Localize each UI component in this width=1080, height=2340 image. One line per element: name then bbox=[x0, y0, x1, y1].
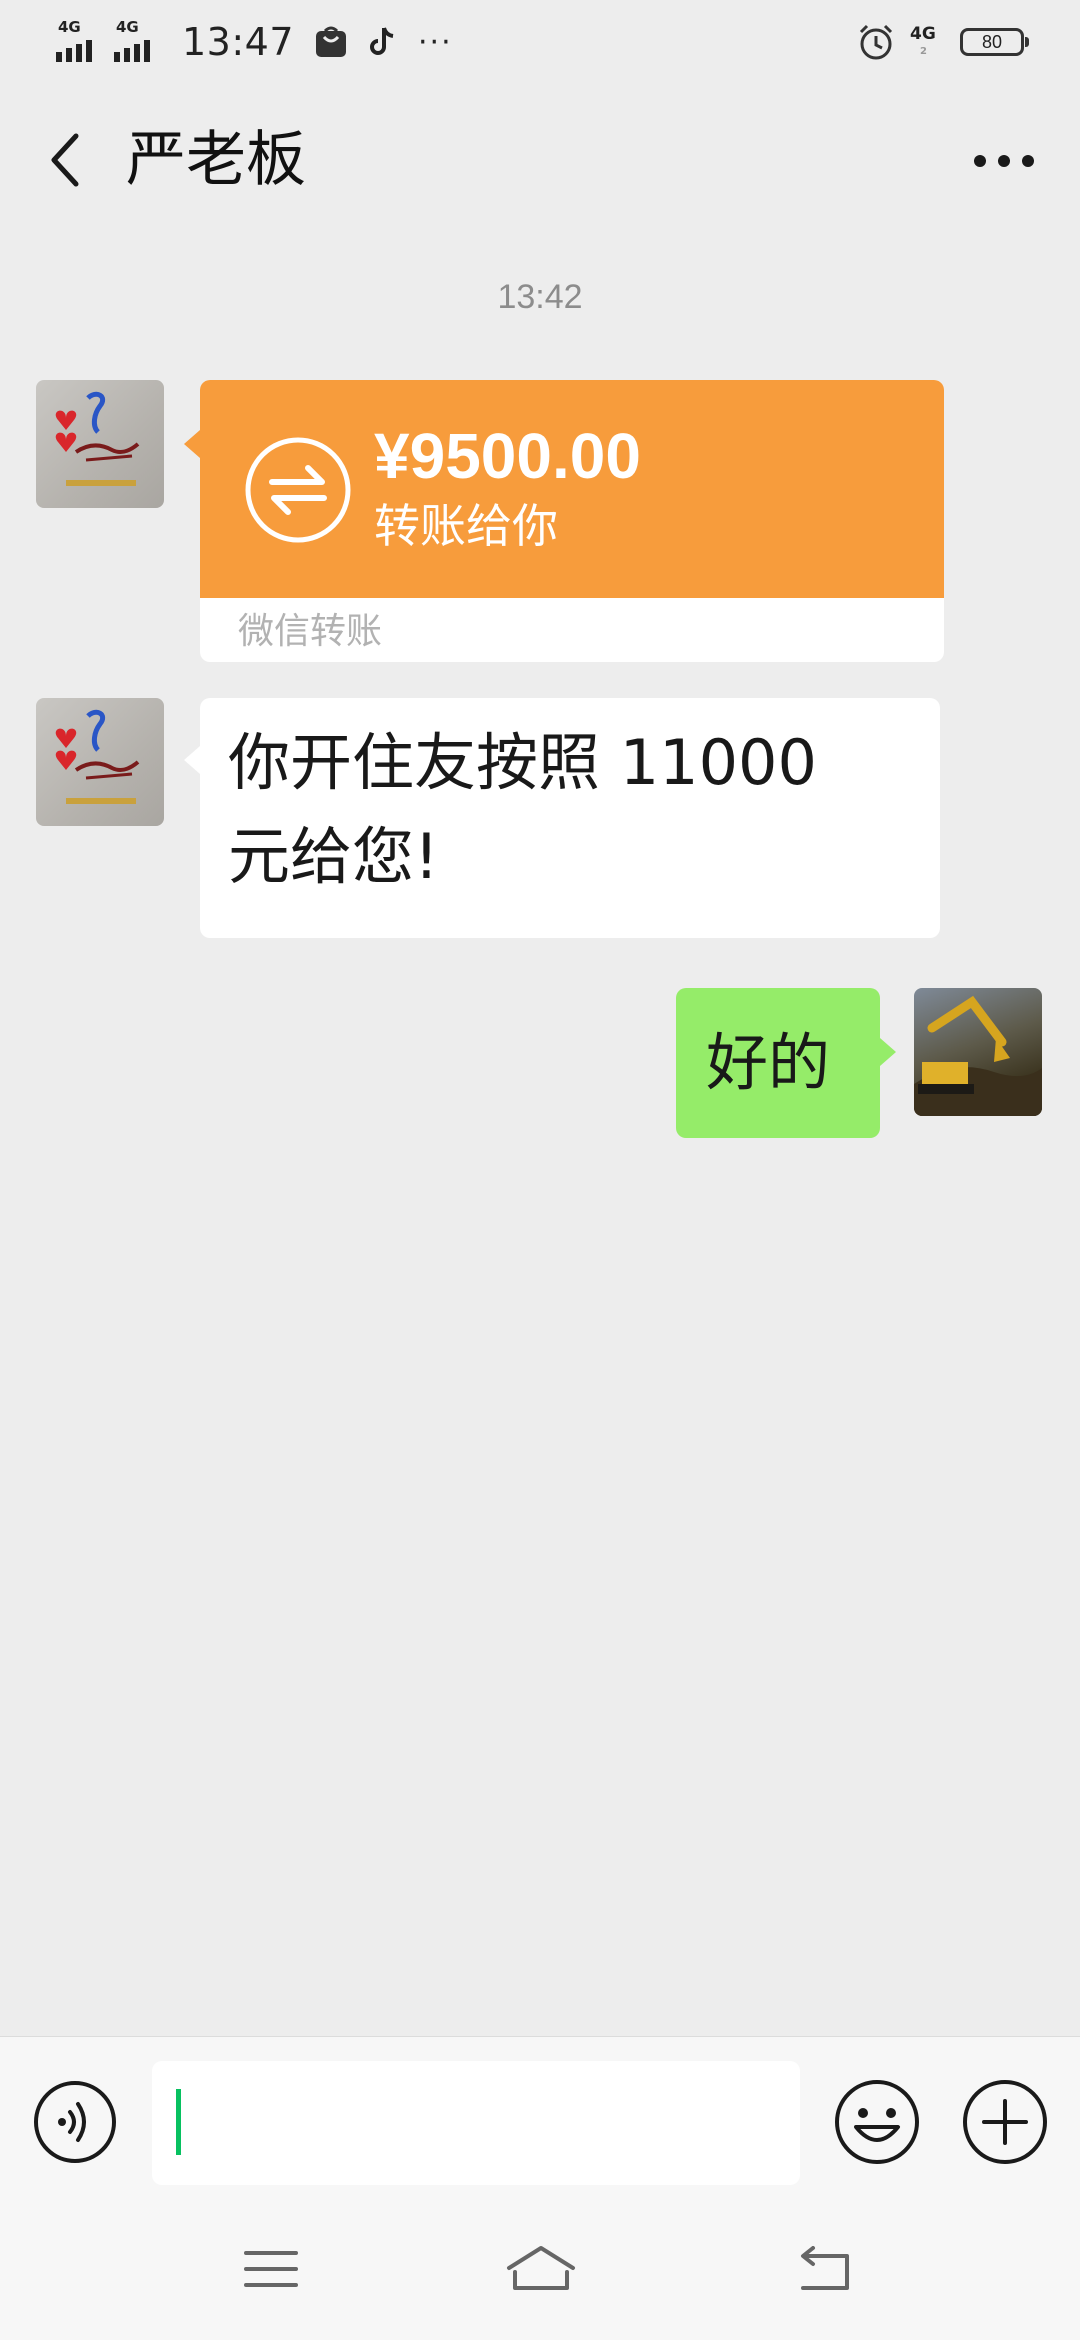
system-navigation-bar bbox=[0, 2204, 1080, 2340]
excavator-image bbox=[914, 995, 1042, 1116]
chevron-left-icon bbox=[51, 133, 79, 187]
voice-icon[interactable] bbox=[32, 2079, 118, 2165]
network-label: 4G bbox=[910, 24, 936, 44]
menu-icon bbox=[244, 2251, 298, 2287]
logo-image bbox=[55, 391, 140, 486]
home-button[interactable] bbox=[496, 2236, 586, 2302]
back-button[interactable] bbox=[36, 122, 92, 198]
contact-avatar[interactable] bbox=[36, 698, 164, 826]
signal-icon: 4G bbox=[114, 20, 164, 64]
battery-level: 80 bbox=[981, 31, 1003, 52]
text-cursor bbox=[176, 2089, 181, 2155]
home-icon bbox=[507, 2246, 575, 2290]
status-right-group: 4G 2 80 bbox=[856, 20, 1029, 64]
transfer-amount: ¥9500.00 bbox=[374, 420, 641, 492]
message-text-line: 你开住友按照 11000 bbox=[228, 726, 817, 799]
bubble-tail bbox=[184, 746, 200, 774]
status-more-indicator: ··· bbox=[418, 24, 453, 60]
contact-avatar[interactable] bbox=[36, 380, 164, 508]
shopping-bag-icon bbox=[316, 26, 347, 57]
transfer-footer-label: 微信转账 bbox=[238, 611, 383, 652]
more-options-button[interactable] bbox=[964, 128, 1044, 194]
message-list[interactable]: 13:42 ¥9500.00 转账给你 微信转账 你开住友按照 11000 元给… bbox=[0, 236, 1080, 2036]
transfer-card-header: ¥9500.00 转账给你 bbox=[200, 380, 944, 598]
tiktok-icon bbox=[370, 27, 394, 55]
bubble-tail bbox=[880, 1038, 896, 1066]
incoming-message-bubble[interactable]: 你开住友按照 11000 元给您! bbox=[184, 698, 940, 938]
back-icon bbox=[801, 2246, 849, 2290]
chat-header: 严老板 bbox=[0, 82, 1080, 236]
network-sim-label: 2 bbox=[920, 46, 927, 57]
logo-image bbox=[55, 709, 140, 804]
bubble-tail bbox=[184, 430, 200, 458]
message-text: 好的 bbox=[706, 1026, 831, 1099]
transfer-arrows-icon bbox=[245, 437, 351, 543]
signal-network-label: 4G bbox=[58, 18, 81, 36]
message-timestamp: 13:42 bbox=[497, 278, 583, 316]
status-left-group: 4G 4G 13:47 ··· bbox=[56, 14, 453, 70]
transfer-description: 转账给你 bbox=[374, 499, 558, 553]
status-time: 13:47 bbox=[182, 20, 295, 64]
input-bar bbox=[0, 2036, 1080, 2205]
chat-title: 严老板 bbox=[126, 125, 306, 195]
plus-icon[interactable] bbox=[960, 2077, 1050, 2167]
self-avatar[interactable] bbox=[914, 988, 1042, 1116]
signal-network-label: 4G bbox=[116, 18, 139, 36]
transfer-message-card[interactable]: ¥9500.00 转账给你 微信转账 bbox=[184, 380, 944, 662]
battery-icon: 80 bbox=[960, 28, 1029, 56]
network-indicator: 4G 2 bbox=[910, 22, 946, 62]
message-text-line: 元给您! bbox=[228, 820, 439, 893]
menu-button[interactable] bbox=[226, 2236, 316, 2302]
alarm-clock-icon bbox=[859, 24, 893, 60]
outgoing-message-bubble[interactable]: 好的 bbox=[676, 988, 896, 1138]
message-input[interactable] bbox=[152, 2061, 800, 2185]
status-bar: 4G 4G 13:47 ··· 4G 2 80 bbox=[0, 0, 1080, 82]
back-nav-button[interactable] bbox=[778, 2236, 868, 2302]
signal-icon: 4G bbox=[56, 20, 106, 64]
emoji-icon[interactable] bbox=[832, 2077, 922, 2167]
more-horizontal-icon bbox=[974, 155, 1034, 167]
